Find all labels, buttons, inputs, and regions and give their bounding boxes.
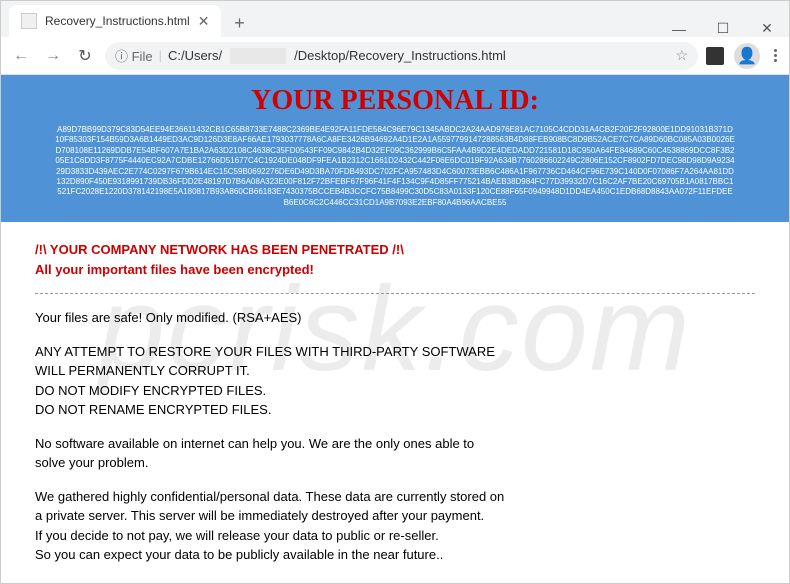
para-warning-block: ANY ATTEMPT TO RESTORE YOUR FILES WITH T… — [35, 342, 755, 420]
tab-strip: Recovery_Instructions.html ✕ + — ☐ ✕ — [1, 1, 789, 37]
personal-id-hex: A89D7BB99D379C83D54EE94E36611432CB1C65B8… — [55, 125, 735, 208]
para-data-leak: We gathered highly confidential/personal… — [35, 487, 755, 565]
warning-headline: /!\ YOUR COMPANY NETWORK HAS BEEN PENETR… — [35, 240, 755, 260]
line: We gathered highly confidential/personal… — [35, 487, 755, 507]
line: a private server. This server will be im… — [35, 506, 755, 526]
toolbar-right: 👤 — [706, 43, 781, 69]
id-banner: YOUR PERSONAL ID: A89D7BB99D379C83D54EE9… — [1, 75, 789, 222]
address-bar[interactable]: ⓘ File | C:/Users//Desktop/Recovery_Inst… — [105, 42, 698, 70]
line: We only seek money and our goal is not t… — [35, 579, 755, 583]
close-window-button[interactable]: ✕ — [753, 20, 781, 37]
bookmark-star-icon[interactable]: ☆ — [675, 47, 688, 64]
url-text-prefix: C:/Users/ — [168, 48, 222, 63]
line: DO NOT MODIFY ENCRYPTED FILES. — [35, 381, 755, 401]
para-goal: We only seek money and our goal is not t… — [35, 579, 755, 583]
url-redacted — [230, 48, 286, 64]
line: ANY ATTEMPT TO RESTORE YOUR FILES WITH T… — [35, 342, 755, 362]
browser-window: Recovery_Instructions.html ✕ + — ☐ ✕ ← →… — [0, 0, 790, 584]
file-scheme-label: ⓘ File — [115, 46, 153, 65]
ransom-note-body: /!\ YOUR COMPANY NETWORK HAS BEEN PENETR… — [1, 222, 789, 583]
tab-title: Recovery_Instructions.html — [45, 14, 190, 28]
line: No software available on internet can he… — [35, 434, 755, 454]
new-tab-button[interactable]: + — [225, 9, 253, 37]
window-controls: — ☐ ✕ — [665, 20, 781, 37]
line: So you can expect your data to be public… — [35, 545, 755, 565]
warning-subhead: All your important files have been encry… — [35, 260, 755, 280]
extension-icon[interactable] — [706, 47, 724, 65]
maximize-button[interactable]: ☐ — [709, 20, 737, 37]
para-safe: Your files are safe! Only modified. (RSA… — [35, 308, 755, 328]
close-tab-icon[interactable]: ✕ — [198, 13, 210, 30]
reload-button[interactable]: ↻ — [73, 44, 97, 68]
para-no-software: No software available on internet can he… — [35, 434, 755, 473]
file-icon — [21, 13, 37, 29]
minimize-button[interactable]: — — [665, 21, 693, 37]
profile-avatar-icon[interactable]: 👤 — [734, 43, 760, 69]
menu-dots-icon[interactable] — [770, 49, 781, 62]
browser-toolbar: ← → ↻ ⓘ File | C:/Users//Desktop/Recover… — [1, 37, 789, 75]
back-button[interactable]: ← — [9, 44, 33, 68]
line: solve your problem. — [35, 453, 755, 473]
line: WILL PERMANENTLY CORRUPT IT. — [35, 361, 755, 381]
url-text-suffix: /Desktop/Recovery_Instructions.html — [294, 48, 506, 63]
banner-title: YOUR PERSONAL ID: — [31, 85, 759, 117]
line: If you decide to not pay, we will releas… — [35, 526, 755, 546]
divider — [35, 293, 755, 294]
line: DO NOT RENAME ENCRYPTED FILES. — [35, 400, 755, 420]
forward-button[interactable]: → — [41, 44, 65, 68]
page-content: pcrisk.com YOUR PERSONAL ID: A89D7BB99D3… — [1, 75, 789, 583]
browser-tab[interactable]: Recovery_Instructions.html ✕ — [9, 5, 221, 37]
